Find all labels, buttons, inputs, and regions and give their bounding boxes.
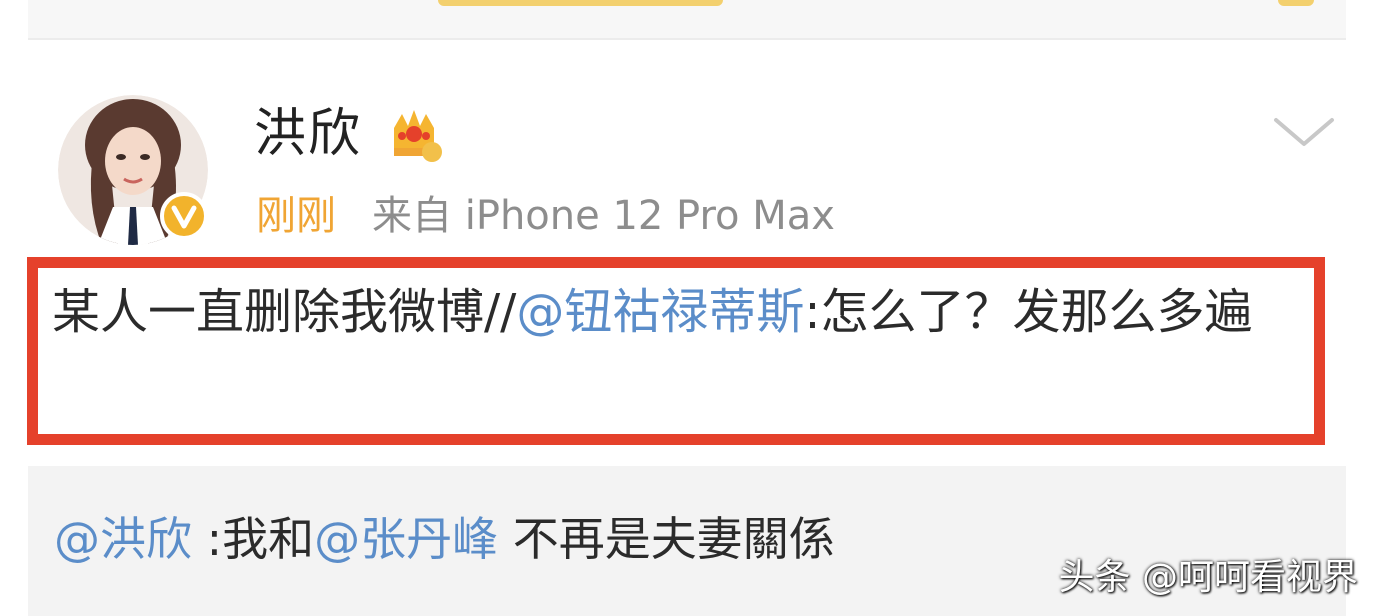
verified-icon xyxy=(160,192,208,240)
crown-icon[interactable] xyxy=(386,104,442,164)
mention-link[interactable]: @钮祜禄蒂斯 xyxy=(516,284,804,340)
username[interactable]: 洪欣 xyxy=(254,100,362,168)
repost-text: @洪欣 :我和@张丹峰 不再是夫妻關係 xyxy=(54,508,835,570)
repost-mention-1[interactable]: @洪欣 xyxy=(54,512,192,566)
post-text: 某人一直删除我微博//@钮祜禄蒂斯:怎么了？发那么多遍 xyxy=(52,278,1302,346)
repost-mention-2[interactable]: @张丹峰 xyxy=(314,512,498,566)
previous-action-pill[interactable] xyxy=(438,0,723,6)
post-text-main: 某人一直删除我微博// xyxy=(52,284,517,340)
chevron-down-icon[interactable] xyxy=(1268,108,1340,156)
watermark: 头条 @呵呵看视界 xyxy=(1058,557,1358,598)
screenshot-frame: 洪欣 刚刚 来自 iPhone 12 Pro Max 某人一直删除我微博//@钮… xyxy=(0,0,1380,616)
post-text-tail: :怎么了？发那么多遍 xyxy=(804,284,1253,340)
previous-post-bottom xyxy=(28,0,1346,40)
post-time: 刚刚 xyxy=(256,193,336,239)
previous-action-dot[interactable] xyxy=(1278,0,1314,6)
repost-text-2: 不再是夫妻關係 xyxy=(498,512,835,566)
post-source: 来自 iPhone 12 Pro Max xyxy=(372,193,835,239)
repost-text-1: :我和 xyxy=(192,512,315,566)
